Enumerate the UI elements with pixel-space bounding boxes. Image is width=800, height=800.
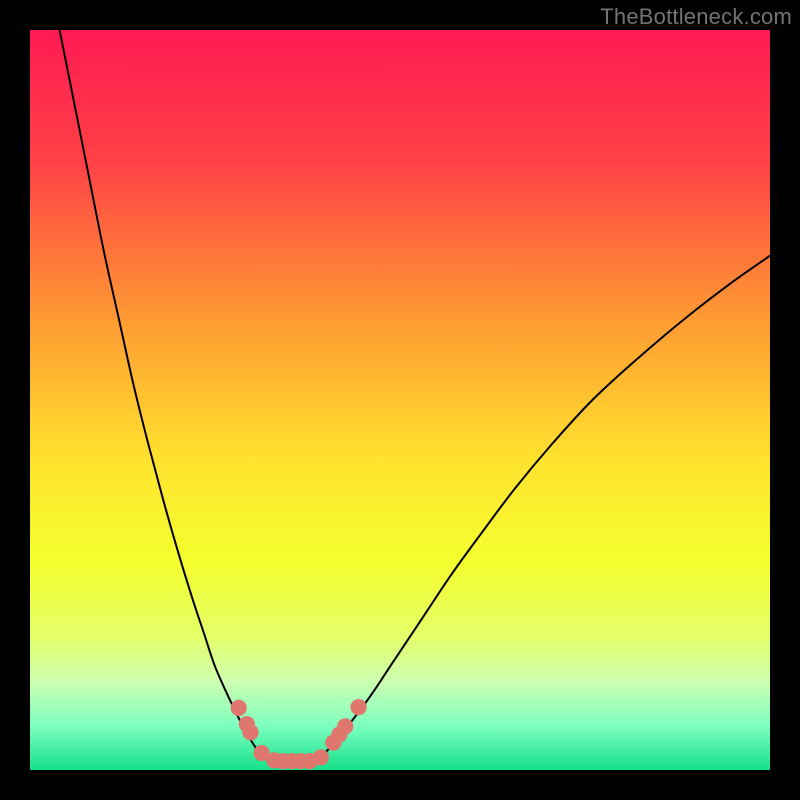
chart-canvas (30, 30, 770, 770)
data-marker (350, 699, 366, 715)
watermark-text: TheBottleneck.com (600, 4, 792, 30)
data-marker (231, 700, 247, 716)
plot-area (30, 30, 770, 770)
gradient-background (30, 30, 770, 770)
data-marker (337, 718, 353, 734)
data-marker (313, 749, 329, 765)
chart-frame: TheBottleneck.com (0, 0, 800, 800)
data-marker (242, 724, 258, 740)
